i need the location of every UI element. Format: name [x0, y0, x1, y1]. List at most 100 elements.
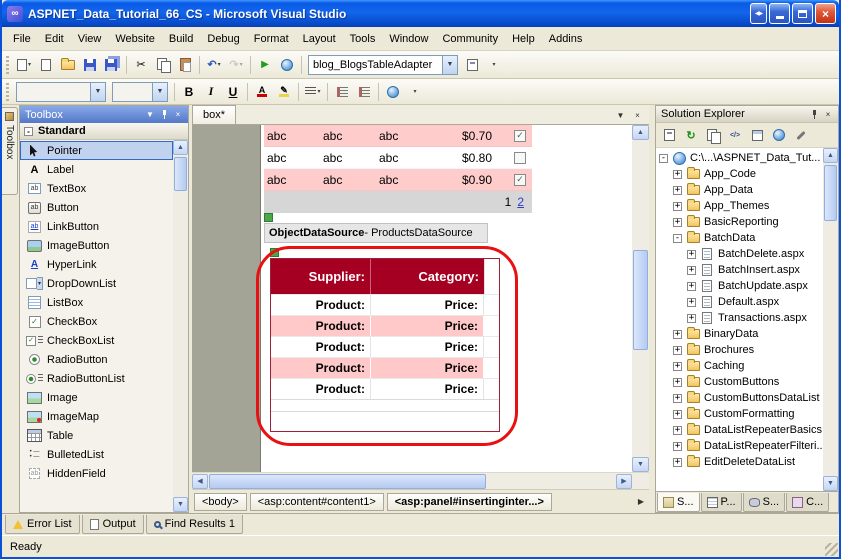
- scroll-left-icon[interactable]: ◀: [192, 474, 208, 489]
- minimize-button[interactable]: [769, 3, 790, 24]
- tree-item-c-aspnet-data-tut[interactable]: - C:\...\ASPNET_Data_Tut...: [656, 150, 823, 166]
- tree-item-default-aspx[interactable]: + Default.aspx: [656, 294, 823, 310]
- toolbox-item-radiobuttonlist[interactable]: RadioButtonList: [20, 369, 173, 388]
- toolbox-item-hyperlink[interactable]: HyperLink: [20, 255, 173, 274]
- pin-icon[interactable]: [157, 108, 171, 121]
- toolbox-scrollbar[interactable]: ▲ ▼: [173, 140, 188, 512]
- tree-expander-icon[interactable]: +: [673, 330, 682, 339]
- toolbar-overflow-button[interactable]: ▾: [404, 81, 426, 103]
- tree-item-customformatting[interactable]: + CustomFormatting: [656, 406, 823, 422]
- numbered-list-button[interactable]: [331, 81, 353, 103]
- bold-button[interactable]: B: [178, 81, 200, 103]
- menu-help[interactable]: Help: [505, 30, 542, 48]
- scrollbar-thumb[interactable]: [824, 165, 837, 221]
- tree-expander-icon[interactable]: +: [673, 442, 682, 451]
- panel-tab-find-results-1[interactable]: Find Results 1: [146, 515, 243, 534]
- tree-item-app-code[interactable]: + App_Code: [656, 166, 823, 182]
- toolbox-item-listbox[interactable]: ListBox: [20, 293, 173, 312]
- tree-item-batchdelete-aspx[interactable]: + BatchDelete.aspx: [656, 246, 823, 262]
- menu-edit[interactable]: Edit: [38, 30, 71, 48]
- copy-website-button[interactable]: [769, 126, 789, 145]
- toolbox-item-label[interactable]: Label: [20, 160, 173, 179]
- toolbar-overflow-button[interactable]: ▾: [483, 54, 505, 76]
- save-button[interactable]: [79, 54, 101, 76]
- toolbox-item-imagebutton[interactable]: ImageButton: [20, 236, 173, 255]
- toolbar-combobox[interactable]: blog_BlogsTableAdapter ▼: [308, 55, 458, 75]
- tree-expander-icon[interactable]: -: [673, 234, 682, 243]
- tree-item-transactions-aspx[interactable]: + Transactions.aspx: [656, 310, 823, 326]
- cut-button[interactable]: ✂: [130, 54, 152, 76]
- dropdown-icon[interactable]: ▼: [90, 83, 105, 101]
- tree-expander-icon[interactable]: +: [673, 346, 682, 355]
- tree-expander-icon[interactable]: +: [673, 218, 682, 227]
- tree-item-datalistrepeaterfilteri[interactable]: + DataListRepeaterFilteri...: [656, 438, 823, 454]
- toolbox-item-button[interactable]: Button: [20, 198, 173, 217]
- toolbox-item-hiddenfield[interactable]: HiddenField: [20, 464, 173, 483]
- toolbox-item-image[interactable]: Image: [20, 388, 173, 407]
- font-color-button[interactable]: A: [251, 81, 273, 103]
- tree-scrollbar[interactable]: ▲ ▼: [823, 148, 838, 491]
- tree-item-brochures[interactable]: + Brochures: [656, 342, 823, 358]
- nest-related-files-button[interactable]: [703, 126, 723, 145]
- tree-item-custombuttonsdatalist[interactable]: + CustomButtonsDataList: [656, 390, 823, 406]
- tree-item-batchupdate-aspx[interactable]: + BatchUpdate.aspx: [656, 278, 823, 294]
- scroll-up-icon[interactable]: ▲: [173, 140, 188, 155]
- toolbox-side-tab[interactable]: Toolbox: [2, 107, 18, 195]
- save-all-button[interactable]: [101, 54, 123, 76]
- toolbox-item-bulletedlist[interactable]: BulletedList: [20, 445, 173, 464]
- toolbar-grip[interactable]: [6, 83, 9, 101]
- menu-tools[interactable]: Tools: [343, 30, 383, 48]
- tree-expander-icon[interactable]: +: [673, 202, 682, 211]
- section-collapse-icon[interactable]: -: [24, 127, 33, 136]
- menu-window[interactable]: Window: [382, 30, 435, 48]
- toolbox-item-checkboxlist[interactable]: CheckBoxList: [20, 331, 173, 350]
- menu-layout[interactable]: Layout: [296, 30, 343, 48]
- tree-expander-icon[interactable]: +: [673, 426, 682, 435]
- toolbox-item-pointer[interactable]: Pointer: [20, 141, 173, 160]
- tree-expander-icon[interactable]: +: [687, 282, 696, 291]
- menu-view[interactable]: View: [71, 30, 109, 48]
- tree-item-caching[interactable]: + Caching: [656, 358, 823, 374]
- paste-button[interactable]: [174, 54, 196, 76]
- scroll-down-icon[interactable]: ▼: [823, 476, 838, 491]
- tree-item-batchinsert-aspx[interactable]: + BatchInsert.aspx: [656, 262, 823, 278]
- font-name-combobox[interactable]: ▼: [16, 82, 106, 102]
- close-icon[interactable]: ×: [171, 108, 185, 121]
- toolbox-item-linkbutton[interactable]: LinkButton: [20, 217, 173, 236]
- start-debug-button[interactable]: ▶: [254, 54, 276, 76]
- copy-button[interactable]: [152, 54, 174, 76]
- scrollbar-thumb[interactable]: [633, 250, 648, 350]
- tree-expander-icon[interactable]: +: [687, 314, 696, 323]
- open-file-button[interactable]: [57, 54, 79, 76]
- tree-expander-icon[interactable]: +: [673, 186, 682, 195]
- combobox-dropdown-icon[interactable]: ▼: [442, 56, 457, 74]
- editor-horizontal-scrollbar[interactable]: ◀ ▶: [192, 472, 649, 489]
- tag-asp-panel-insertinginter[interactable]: <asp:panel#insertinginter...>: [387, 493, 552, 511]
- tag-asp-content-content1[interactable]: <asp:content#content1>: [250, 493, 384, 511]
- add-item-button[interactable]: [35, 54, 57, 76]
- window-dock-button[interactable]: ◀▶: [750, 3, 767, 24]
- toolbar-grip[interactable]: [6, 56, 9, 74]
- scroll-right-icon[interactable]: ▶: [616, 474, 632, 489]
- tag-body[interactable]: <body>: [194, 493, 247, 511]
- toolbox-item-checkbox[interactable]: CheckBox: [20, 312, 173, 331]
- view-code-button[interactable]: </>: [725, 126, 745, 145]
- resize-grip[interactable]: [825, 543, 838, 556]
- aspnet-configuration-button[interactable]: [791, 126, 811, 145]
- objectdatasource-control[interactable]: ObjectDataSource - ProductsDataSource: [264, 223, 488, 243]
- underline-button[interactable]: U: [222, 81, 244, 103]
- menu-addins[interactable]: Addins: [542, 30, 590, 48]
- view-designer-button[interactable]: [747, 126, 767, 145]
- tree-expander-icon[interactable]: +: [673, 458, 682, 467]
- restore-button[interactable]: [792, 3, 813, 24]
- row-checkbox[interactable]: ✓: [514, 174, 526, 186]
- close-document-icon[interactable]: ×: [630, 108, 645, 122]
- browse-button[interactable]: [276, 54, 298, 76]
- menu-website[interactable]: Website: [108, 30, 162, 48]
- row-checkbox[interactable]: [514, 152, 526, 164]
- toolbox-item-imagemap[interactable]: ImageMap: [20, 407, 173, 426]
- tab-list-icon[interactable]: ▼: [613, 108, 628, 122]
- redo-button[interactable]: ↷▾: [225, 54, 247, 76]
- highlight-button[interactable]: ✎: [273, 81, 295, 103]
- explorer-tab-c-3[interactable]: C...: [786, 493, 829, 512]
